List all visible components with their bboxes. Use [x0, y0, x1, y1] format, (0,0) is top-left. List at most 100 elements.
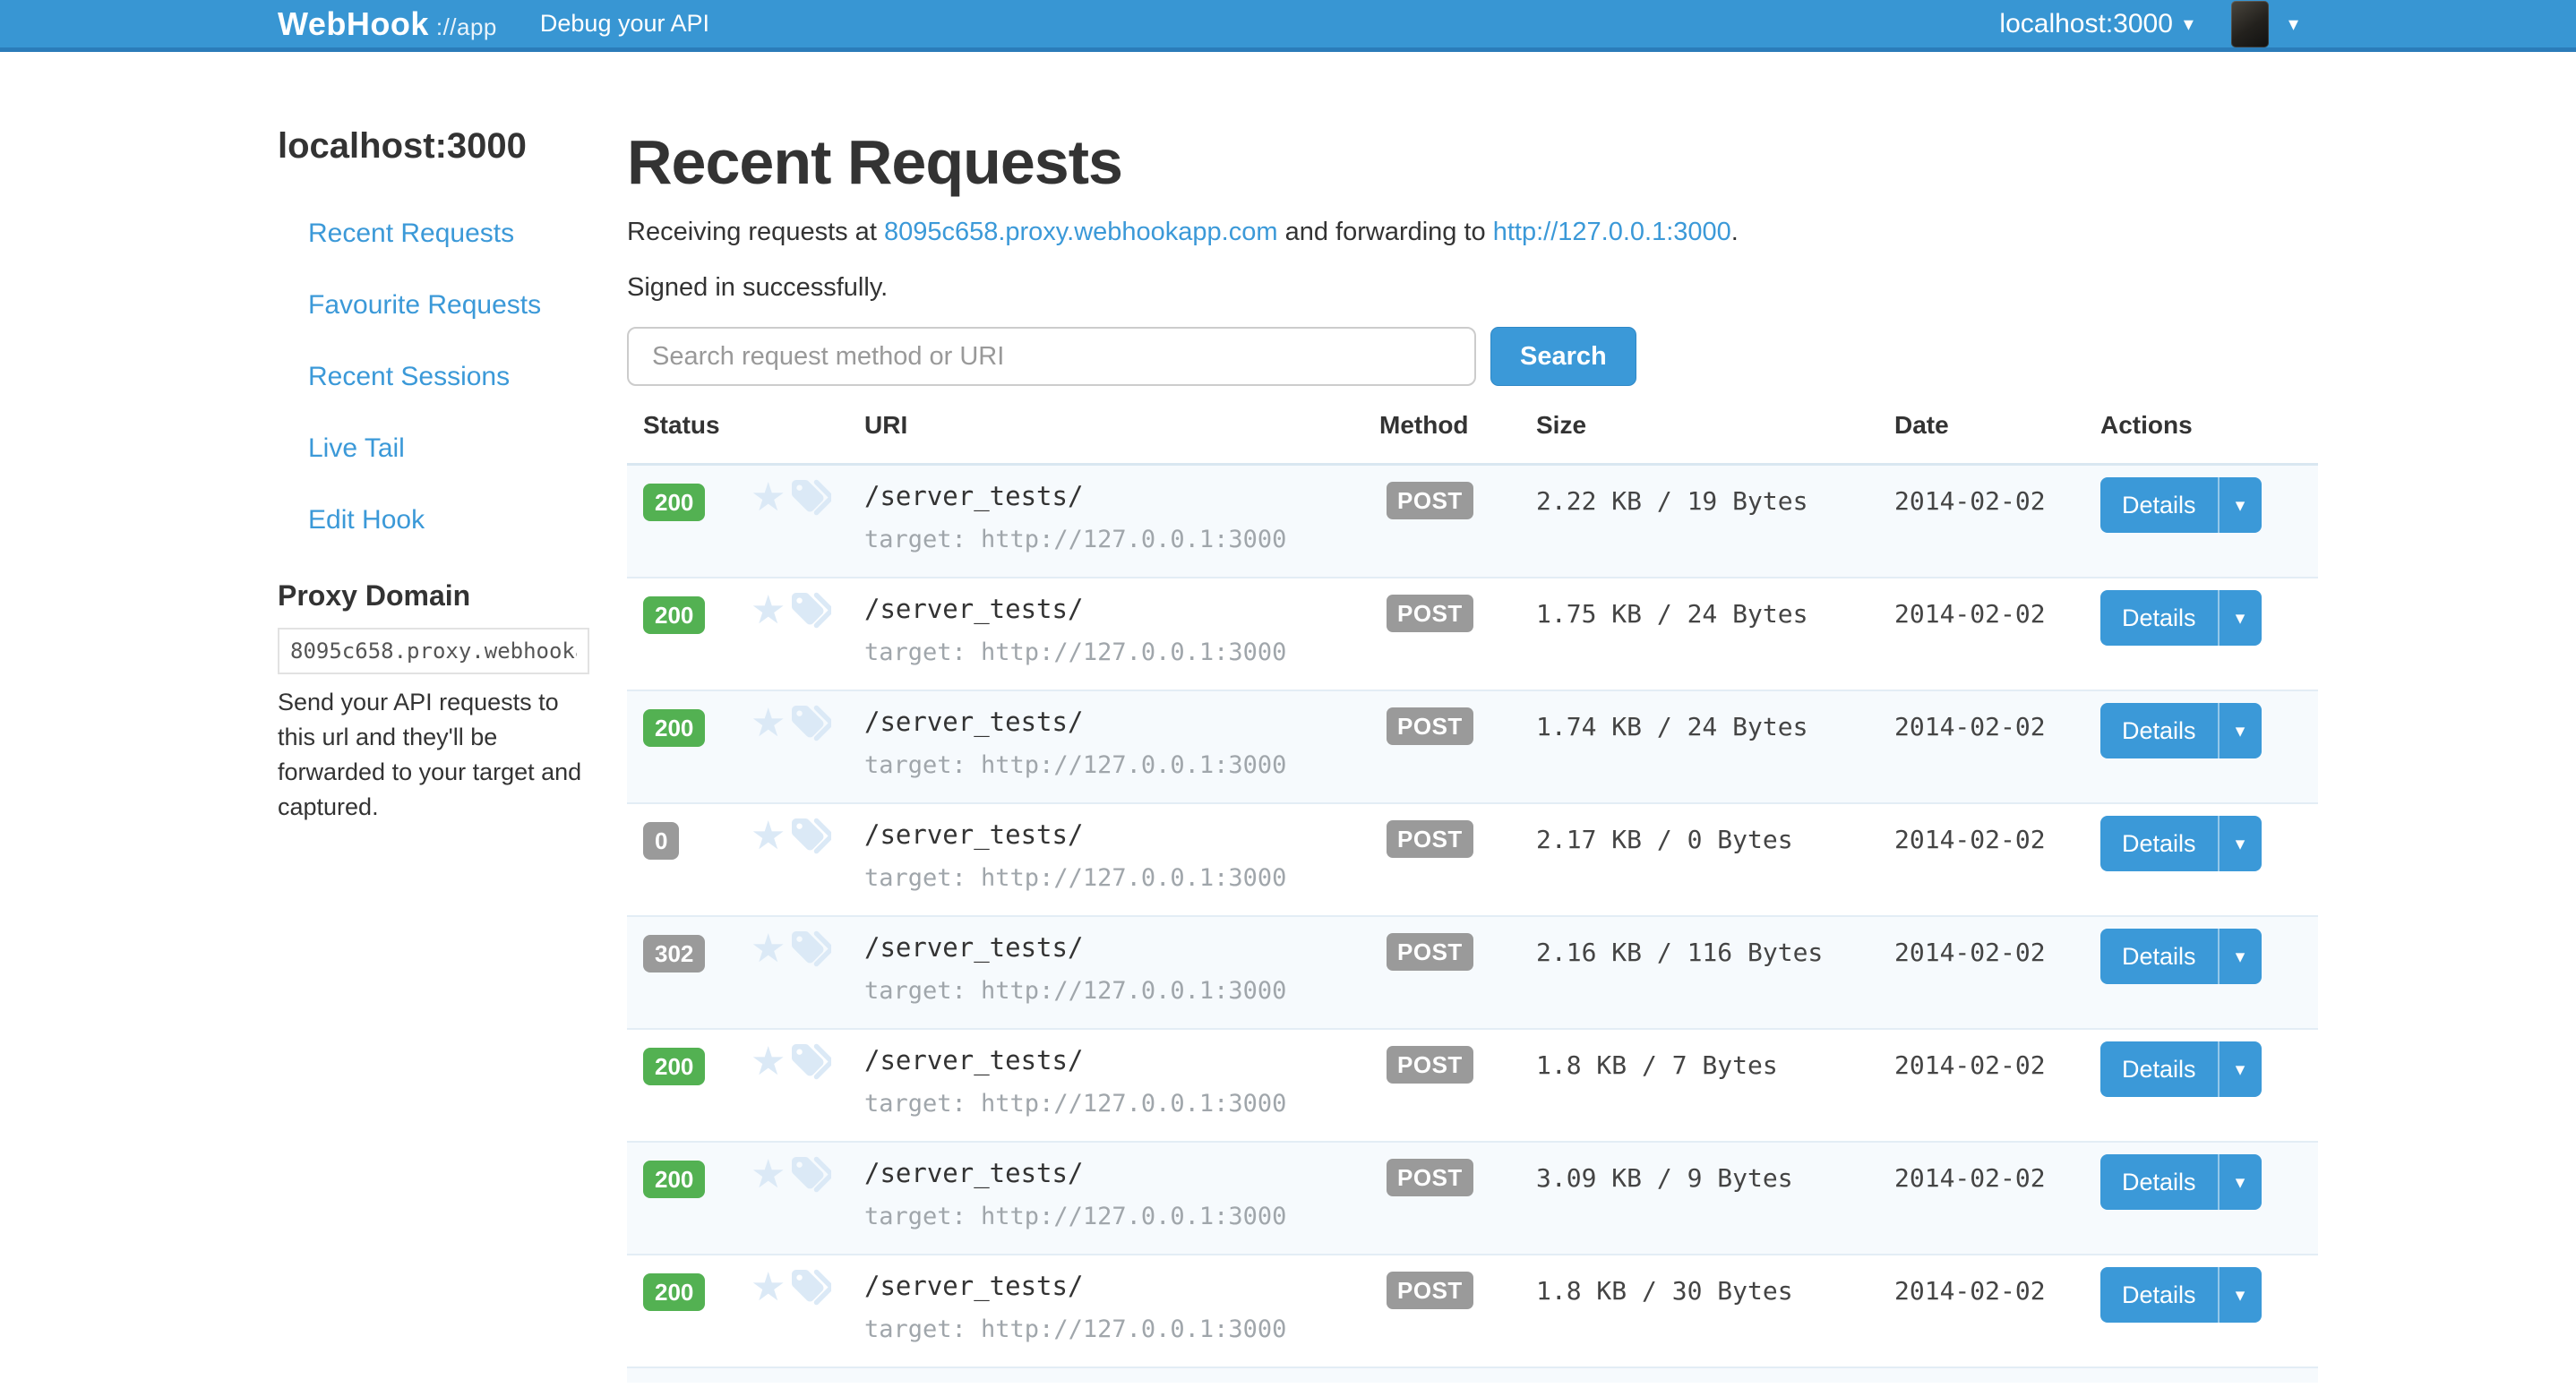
details-dropdown-toggle[interactable]: ▾	[2220, 1041, 2262, 1097]
method-badge: POST	[1387, 595, 1473, 632]
request-uri: /server_tests/	[864, 1159, 1379, 1187]
tags-icon[interactable]	[788, 476, 831, 519]
details-button[interactable]: Details	[2100, 816, 2220, 871]
details-split-button: Details ▾	[2100, 703, 2262, 758]
request-size: 2.16 KB / 116 Bytes	[1536, 917, 1894, 967]
request-target: target: http://127.0.0.1:3000	[864, 865, 1379, 892]
proxy-domain-title: Proxy Domain	[278, 578, 589, 613]
request-date: 2014-02-02	[1894, 1143, 2100, 1193]
intro-suffix: .	[1731, 218, 1739, 246]
header-size: Size	[1536, 411, 1894, 440]
brand-logo[interactable]: WebHook://app	[278, 5, 497, 43]
request-target: target: http://127.0.0.1:3000	[864, 1316, 1379, 1343]
method-badge: POST	[1387, 1159, 1473, 1196]
sidebar-item-edit-hook[interactable]: Edit Hook	[278, 484, 627, 556]
details-button[interactable]: Details	[2100, 703, 2220, 758]
details-dropdown-toggle[interactable]: ▾	[2220, 929, 2262, 984]
request-date: 2014-02-02	[1894, 466, 2100, 516]
request-uri: /server_tests/	[864, 933, 1379, 962]
request-size: 2.17 KB / 0 Bytes	[1536, 804, 1894, 854]
method-badge: POST	[1387, 820, 1473, 858]
user-avatar[interactable]	[2231, 1, 2269, 47]
request-size: 1.74 KB / 24 Bytes	[1536, 691, 1894, 741]
brand-name: WebHook	[278, 5, 429, 42]
details-button[interactable]: Details	[2100, 477, 2220, 533]
sidebar-item-favourite-requests[interactable]: Favourite Requests	[278, 270, 627, 341]
tags-icon[interactable]	[788, 1153, 831, 1196]
proxy-domain-input[interactable]	[278, 628, 589, 674]
table-row-partial	[627, 1368, 2318, 1383]
proxy-domain-help: Send your API requests to this url and t…	[278, 685, 589, 825]
proxy-domain-section: Proxy Domain Send your API requests to t…	[278, 578, 589, 825]
favourite-star-icon[interactable]: ★	[751, 1268, 786, 1307]
sidebar-item-live-tail[interactable]: Live Tail	[278, 413, 627, 484]
method-badge: POST	[1387, 482, 1473, 519]
favourite-star-icon[interactable]: ★	[751, 930, 786, 969]
details-split-button: Details ▾	[2100, 1267, 2262, 1323]
request-date: 2014-02-02	[1894, 691, 2100, 741]
details-button[interactable]: Details	[2100, 1041, 2220, 1097]
request-uri: /server_tests/	[864, 1272, 1379, 1300]
header-method: Method	[1379, 411, 1536, 440]
favourite-star-icon[interactable]: ★	[751, 478, 786, 518]
request-uri: /server_tests/	[864, 707, 1379, 736]
sidebar: localhost:3000 Recent Requests Favourite…	[258, 128, 627, 1383]
request-uri: /server_tests/	[864, 1046, 1379, 1075]
tags-icon[interactable]	[788, 1041, 831, 1084]
tags-icon[interactable]	[788, 815, 831, 858]
details-button[interactable]: Details	[2100, 1267, 2220, 1323]
details-dropdown-toggle[interactable]: ▾	[2220, 816, 2262, 871]
signed-in-message: Signed in successfully.	[627, 270, 2318, 305]
debug-your-api-link[interactable]: Debug your API	[540, 10, 709, 38]
details-split-button: Details ▾	[2100, 816, 2262, 871]
method-badge: POST	[1387, 707, 1473, 745]
sidebar-item-recent-sessions[interactable]: Recent Sessions	[278, 341, 627, 413]
main-content: Recent Requests Receiving requests at 80…	[627, 128, 2318, 1383]
details-dropdown-toggle[interactable]: ▾	[2220, 1154, 2262, 1210]
request-target: target: http://127.0.0.1:3000	[864, 639, 1379, 666]
favourite-star-icon[interactable]: ★	[751, 704, 786, 743]
details-dropdown-toggle[interactable]: ▾	[2220, 477, 2262, 533]
details-dropdown-toggle[interactable]: ▾	[2220, 590, 2262, 646]
host-dropdown[interactable]: localhost:3000 ▾	[1999, 9, 2194, 39]
method-badge: POST	[1387, 1046, 1473, 1084]
details-dropdown-toggle[interactable]: ▾	[2220, 1267, 2262, 1323]
favourite-star-icon[interactable]: ★	[751, 1042, 786, 1082]
top-navbar: WebHook://app Debug your API localhost:3…	[0, 0, 2576, 52]
tags-icon[interactable]	[788, 1266, 831, 1309]
status-badge: 200	[643, 1048, 705, 1085]
request-size: 1.8 KB / 7 Bytes	[1536, 1030, 1894, 1080]
table-row: 200 ★ /server_tests/ target: http://127.…	[627, 1143, 2318, 1255]
table-row: 200 ★ /server_tests/ target: http://127.…	[627, 466, 2318, 578]
details-split-button: Details ▾	[2100, 929, 2262, 984]
favourite-star-icon[interactable]: ★	[751, 817, 786, 856]
user-menu-caret-icon[interactable]: ▾	[2288, 14, 2298, 34]
request-size: 1.75 KB / 24 Bytes	[1536, 578, 1894, 629]
proxy-url-link[interactable]: 8095c658.proxy.webhookapp.com	[884, 218, 1278, 246]
search-button[interactable]: Search	[1490, 327, 1636, 386]
method-badge: POST	[1387, 1272, 1473, 1309]
request-date: 2014-02-02	[1894, 1255, 2100, 1306]
tags-icon[interactable]	[788, 928, 831, 971]
table-row: 302 ★ /server_tests/ target: http://127.…	[627, 917, 2318, 1030]
favourite-star-icon[interactable]: ★	[751, 1155, 786, 1195]
forward-target-link[interactable]: http://127.0.0.1:3000	[1493, 218, 1731, 246]
table-row: 200 ★ /server_tests/ target: http://127.…	[627, 1030, 2318, 1143]
sidebar-item-recent-requests[interactable]: Recent Requests	[278, 198, 627, 270]
details-button[interactable]: Details	[2100, 1154, 2220, 1210]
details-button[interactable]: Details	[2100, 929, 2220, 984]
table-body: 200 ★ /server_tests/ target: http://127.…	[627, 466, 2318, 1368]
request-target: target: http://127.0.0.1:3000	[864, 1204, 1379, 1230]
tags-icon[interactable]	[788, 589, 831, 632]
sidebar-title: localhost:3000	[278, 128, 627, 164]
intro-prefix: Receiving requests at	[627, 218, 884, 246]
details-dropdown-toggle[interactable]: ▾	[2220, 703, 2262, 758]
page-title: Recent Requests	[627, 128, 2318, 196]
details-button[interactable]: Details	[2100, 590, 2220, 646]
tags-icon[interactable]	[788, 702, 831, 745]
header-status: Status	[627, 411, 751, 440]
search-input[interactable]	[627, 327, 1476, 386]
request-target: target: http://127.0.0.1:3000	[864, 752, 1379, 779]
request-uri: /server_tests/	[864, 482, 1379, 510]
favourite-star-icon[interactable]: ★	[751, 591, 786, 630]
